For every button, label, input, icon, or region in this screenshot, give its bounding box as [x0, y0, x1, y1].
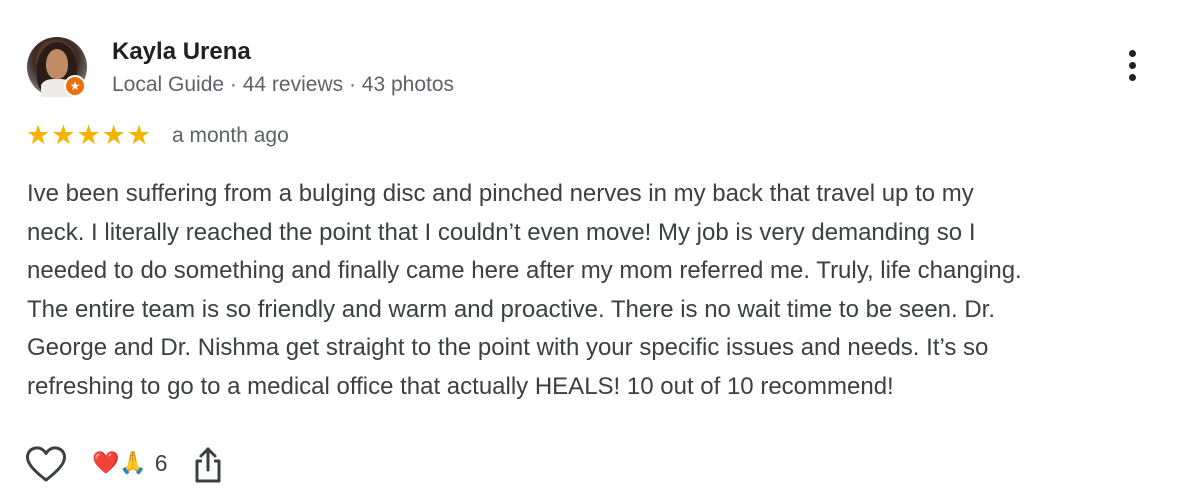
star-icon: ★: [26, 120, 51, 150]
share-icon: [195, 447, 221, 483]
reactions-button[interactable]: ❤️🙏 6: [92, 448, 168, 478]
review-line: The entire team is so friendly and warm …: [27, 295, 996, 323]
review-line: Ive been suffering from a bulging disc a…: [27, 180, 974, 207]
avatar-face: [46, 49, 68, 79]
reaction-emojis: ❤️🙏: [92, 450, 147, 475]
reviewer-name[interactable]: Kayla Urena: [112, 38, 251, 66]
star-icon: ★: [101, 120, 126, 150]
star-icon: ★: [76, 120, 101, 150]
more-options-icon[interactable]: [1120, 50, 1144, 90]
review-line: George and Dr. Nishma get straight to th…: [27, 334, 989, 361]
review-text: Ive been suffering from a bulging disc a…: [27, 175, 1177, 406]
review-line: needed to do something and finally came …: [27, 257, 1022, 284]
reviewer-meta: Local Guide · 44 reviews · 43 photos: [112, 73, 455, 96]
like-button[interactable]: [25, 445, 67, 483]
review-line: refreshing to go to a medical office tha…: [27, 372, 894, 400]
share-button[interactable]: [193, 445, 223, 485]
heart-outline-icon: [26, 446, 66, 482]
reaction-count: 6: [154, 449, 168, 476]
review-date: a month ago: [172, 124, 289, 147]
review-line: neck. I literally reached the point that…: [27, 218, 976, 246]
star-icon: ★: [126, 120, 152, 150]
star-rating: ★ ★ ★ ★ ★: [26, 120, 151, 152]
star-icon: ★: [51, 120, 76, 150]
local-guide-badge-icon: ★: [64, 75, 86, 97]
